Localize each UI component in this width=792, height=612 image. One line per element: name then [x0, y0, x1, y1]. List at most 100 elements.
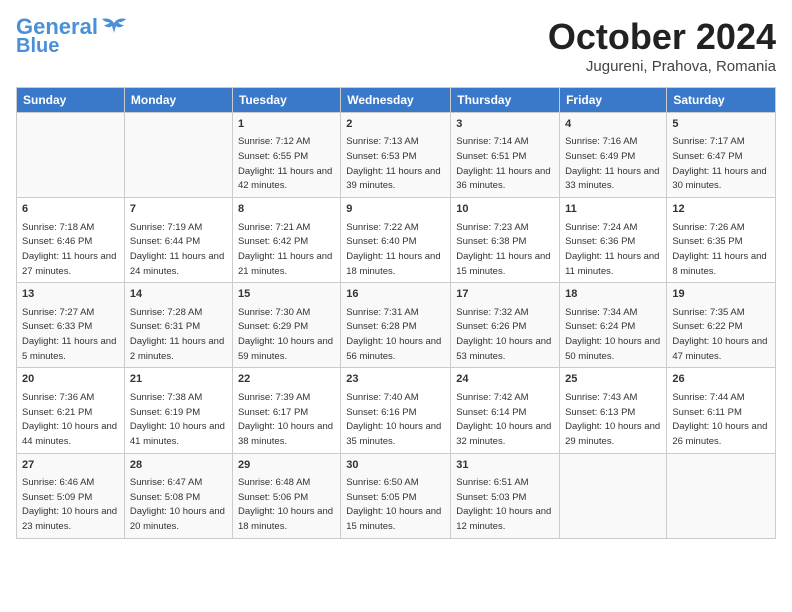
day-daylight: Daylight: 10 hours and 18 minutes.	[238, 506, 333, 532]
day-number: 29	[238, 458, 335, 473]
calendar-cell: 12Sunrise: 7:26 AMSunset: 6:35 PMDayligh…	[667, 198, 776, 283]
day-daylight: Daylight: 11 hours and 24 minutes.	[130, 251, 224, 277]
day-sunset: Sunset: 6:28 PM	[346, 321, 416, 332]
day-number: 21	[130, 372, 227, 387]
day-daylight: Daylight: 11 hours and 8 minutes.	[672, 251, 766, 277]
day-daylight: Daylight: 10 hours and 32 minutes.	[456, 421, 551, 447]
day-sunset: Sunset: 5:09 PM	[22, 492, 92, 503]
calendar-cell: 23Sunrise: 7:40 AMSunset: 6:16 PMDayligh…	[341, 368, 451, 453]
weekday-header: Tuesday	[232, 88, 340, 113]
day-daylight: Daylight: 11 hours and 36 minutes.	[456, 166, 550, 192]
calendar-cell: 19Sunrise: 7:35 AMSunset: 6:22 PMDayligh…	[667, 283, 776, 368]
calendar-cell: 2Sunrise: 7:13 AMSunset: 6:53 PMDaylight…	[341, 113, 451, 198]
calendar-week-row: 20Sunrise: 7:36 AMSunset: 6:21 PMDayligh…	[17, 368, 776, 453]
day-sunrise: Sunrise: 7:19 AM	[130, 222, 202, 233]
day-daylight: Daylight: 10 hours and 35 minutes.	[346, 421, 441, 447]
day-sunrise: Sunrise: 7:23 AM	[456, 222, 528, 233]
day-sunrise: Sunrise: 6:48 AM	[238, 477, 310, 488]
day-daylight: Daylight: 10 hours and 56 minutes.	[346, 336, 441, 362]
day-sunset: Sunset: 6:31 PM	[130, 321, 200, 332]
day-sunrise: Sunrise: 7:18 AM	[22, 222, 94, 233]
day-sunset: Sunset: 6:51 PM	[456, 151, 526, 162]
day-number: 15	[238, 287, 335, 302]
day-daylight: Daylight: 10 hours and 50 minutes.	[565, 336, 660, 362]
day-sunset: Sunset: 6:47 PM	[672, 151, 742, 162]
logo-blue-text: Blue	[16, 36, 59, 56]
day-sunset: Sunset: 6:29 PM	[238, 321, 308, 332]
day-daylight: Daylight: 10 hours and 26 minutes.	[672, 421, 767, 447]
weekday-header: Saturday	[667, 88, 776, 113]
day-sunrise: Sunrise: 7:16 AM	[565, 136, 637, 147]
day-sunset: Sunset: 6:42 PM	[238, 236, 308, 247]
day-sunset: Sunset: 6:36 PM	[565, 236, 635, 247]
day-sunrise: Sunrise: 7:14 AM	[456, 136, 528, 147]
day-number: 14	[130, 287, 227, 302]
day-sunset: Sunset: 6:13 PM	[565, 407, 635, 418]
calendar-cell: 10 Sunrise: 7:23 AM Sunset: 6:38 PM Dayligh…	[451, 198, 560, 283]
day-sunset: Sunset: 6:17 PM	[238, 407, 308, 418]
day-number: 5	[672, 117, 770, 132]
day-sunset: Sunset: 6:16 PM	[346, 407, 416, 418]
day-daylight: Daylight: 10 hours and 29 minutes.	[565, 421, 660, 447]
day-sunrise: Sunrise: 7:38 AM	[130, 392, 202, 403]
day-sunset: Sunset: 6:55 PM	[238, 151, 308, 162]
calendar-cell: 31Sunrise: 6:51 AMSunset: 5:03 PMDayligh…	[451, 453, 560, 538]
day-sunset: Sunset: 6:38 PM	[456, 236, 526, 247]
day-daylight: Daylight: 11 hours and 27 minutes.	[22, 251, 116, 277]
weekday-header: Wednesday	[341, 88, 451, 113]
weekday-header: Sunday	[17, 88, 125, 113]
day-sunset: Sunset: 5:08 PM	[130, 492, 200, 503]
day-daylight: Daylight: 11 hours and 15 minutes.	[456, 251, 550, 277]
day-sunset: Sunset: 6:49 PM	[565, 151, 635, 162]
day-daylight: Daylight: 11 hours and 42 minutes.	[238, 166, 332, 192]
day-sunrise: Sunrise: 7:28 AM	[130, 307, 202, 318]
calendar-cell: 3Sunrise: 7:14 AMSunset: 6:51 PMDaylight…	[451, 113, 560, 198]
day-number: 30	[346, 458, 445, 473]
day-daylight: Daylight: 10 hours and 47 minutes.	[672, 336, 767, 362]
calendar-week-row: 27Sunrise: 6:46 AMSunset: 5:09 PMDayligh…	[17, 453, 776, 538]
day-sunrise: Sunrise: 7:26 AM	[672, 222, 744, 233]
day-number: 7	[130, 202, 227, 217]
day-daylight: Daylight: 10 hours and 15 minutes.	[346, 506, 441, 532]
day-daylight: Daylight: 11 hours and 30 minutes.	[672, 166, 766, 192]
day-sunrise: Sunrise: 6:51 AM	[456, 477, 528, 488]
calendar-cell: 6Sunrise: 7:18 AMSunset: 6:46 PMDaylight…	[17, 198, 125, 283]
day-sunset: Sunset: 6:53 PM	[346, 151, 416, 162]
calendar-cell: 25Sunrise: 7:43 AMSunset: 6:13 PMDayligh…	[560, 368, 667, 453]
calendar-cell	[560, 453, 667, 538]
day-sunrise: Sunrise: 7:22 AM	[346, 222, 418, 233]
calendar-cell: 11Sunrise: 7:24 AMSunset: 6:36 PMDayligh…	[560, 198, 667, 283]
day-number: 18	[565, 287, 661, 302]
day-sunrise: Sunrise: 7:36 AM	[22, 392, 94, 403]
day-daylight: Daylight: 10 hours and 20 minutes.	[130, 506, 225, 532]
day-daylight: Daylight: 10 hours and 38 minutes.	[238, 421, 333, 447]
day-number: 19	[672, 287, 770, 302]
calendar-cell: 26Sunrise: 7:44 AMSunset: 6:11 PMDayligh…	[667, 368, 776, 453]
calendar-cell: 7Sunrise: 7:19 AMSunset: 6:44 PMDaylight…	[124, 198, 232, 283]
day-sunset: Sunset: 5:06 PM	[238, 492, 308, 503]
calendar-cell: 24Sunrise: 7:42 AMSunset: 6:14 PMDayligh…	[451, 368, 560, 453]
day-sunset: Sunset: 6:35 PM	[672, 236, 742, 247]
day-number: 17	[456, 287, 554, 302]
calendar-cell: 9Sunrise: 7:22 AMSunset: 6:40 PMDaylight…	[341, 198, 451, 283]
day-number: 10	[456, 202, 554, 217]
day-number: 16	[346, 287, 445, 302]
day-sunrise: Sunrise: 6:47 AM	[130, 477, 202, 488]
day-number: 8	[238, 202, 335, 217]
calendar-week-row: 13Sunrise: 7:27 AMSunset: 6:33 PMDayligh…	[17, 283, 776, 368]
day-daylight: Daylight: 10 hours and 53 minutes.	[456, 336, 551, 362]
day-sunrise: Sunrise: 6:50 AM	[346, 477, 418, 488]
day-number: 27	[22, 458, 119, 473]
day-number: 9	[346, 202, 445, 217]
calendar-cell: 16Sunrise: 7:31 AMSunset: 6:28 PMDayligh…	[341, 283, 451, 368]
day-number: 1	[238, 117, 335, 132]
day-sunrise: Sunrise: 7:44 AM	[672, 392, 744, 403]
day-daylight: Daylight: 11 hours and 11 minutes.	[565, 251, 659, 277]
calendar-cell: 27Sunrise: 6:46 AMSunset: 5:09 PMDayligh…	[17, 453, 125, 538]
day-number: 2	[346, 117, 445, 132]
day-daylight: Daylight: 11 hours and 39 minutes.	[346, 166, 440, 192]
day-daylight: Daylight: 10 hours and 59 minutes.	[238, 336, 333, 362]
day-daylight: Daylight: 10 hours and 23 minutes.	[22, 506, 117, 532]
calendar-header-row: SundayMondayTuesdayWednesdayThursdayFrid…	[17, 88, 776, 113]
day-number: 24	[456, 372, 554, 387]
